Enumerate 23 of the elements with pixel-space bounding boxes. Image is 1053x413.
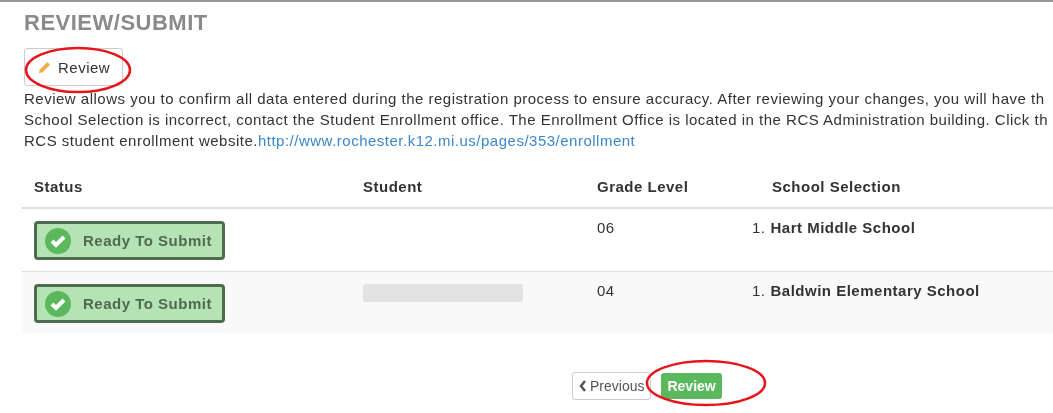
school-name: Hart Middle School [770, 219, 916, 236]
previous-button[interactable]: Previous [572, 372, 652, 400]
check-circle-icon [45, 227, 71, 254]
description-text: School Selection is incorrect, contact the Student Enrollment office. The Enrollment Office is located in the RCS Administration building. Click th [24, 110, 1049, 130]
column-header: School Selection [772, 177, 901, 195]
check-circle-icon [45, 290, 71, 317]
column-header: Grade Level [597, 177, 689, 195]
grade-cell: 04 [597, 282, 615, 299]
review-button[interactable]: Review [24, 48, 124, 86]
grade-cell: 06 [597, 219, 615, 236]
page-title: REVIEW/SUBMIT [24, 10, 209, 36]
list-number: 1. [752, 282, 766, 299]
status-badge: Ready To Submit [34, 221, 225, 260]
column-header: Status [34, 177, 83, 195]
status-badge: Ready To Submit [34, 284, 225, 323]
chevron-left-icon [579, 380, 587, 392]
column-header: Student [363, 177, 423, 195]
enrollment-link[interactable]: http://www.rochester.k12.mi.us/pages/353/enrollment [257, 132, 636, 149]
description-text: Review allows you to confirm all data entered during the registration process to ensure accuracy. After reviewing your changes, you will have th [24, 89, 1046, 109]
description-text: RCS student enrollment website. [24, 132, 258, 149]
list-number: 1. [752, 219, 766, 236]
pencil-icon [37, 59, 52, 75]
school-name: Baldwin Elementary School [770, 282, 980, 299]
